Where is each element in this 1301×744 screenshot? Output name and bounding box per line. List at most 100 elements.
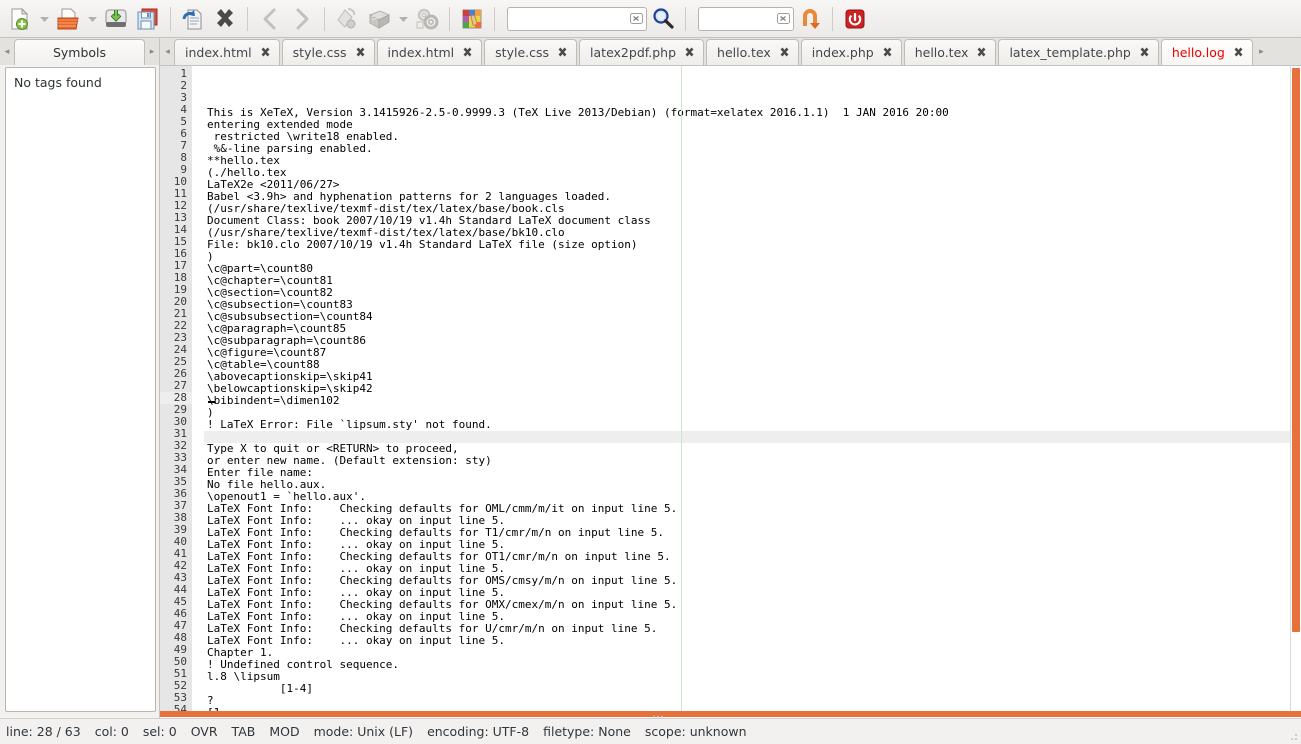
document-tab[interactable]: index.html <box>174 39 280 65</box>
pane-resize-grip[interactable] <box>651 714 665 719</box>
horizontal-scrollbar[interactable] <box>160 711 1301 718</box>
chevron-down-icon <box>39 16 49 22</box>
document-tab-label: style.css <box>495 45 550 60</box>
document-tab-close-icon[interactable] <box>1138 46 1151 59</box>
reload-button[interactable] <box>177 3 209 35</box>
find-button[interactable] <box>647 3 679 35</box>
new-document-button[interactable] <box>4 3 36 35</box>
vertical-scrollbar[interactable] <box>1290 66 1301 711</box>
sidebar-tab-label: Symbols <box>52 45 107 60</box>
document-tab-close-icon[interactable] <box>683 46 696 59</box>
code-line[interactable]: ? <box>204 695 1301 707</box>
jump-to-line-button[interactable] <box>794 3 826 35</box>
compile-icon <box>337 7 356 28</box>
toolbar-separator <box>247 6 248 31</box>
open-recent-menu-arrow[interactable] <box>84 3 100 35</box>
code-line[interactable]: Enter file name: <box>204 467 1301 479</box>
document-tab-close-icon[interactable] <box>556 46 569 59</box>
code-line[interactable]: ! LaTeX Error: File `lipsum.sty' not fou… <box>204 419 1301 431</box>
color-chooser-button[interactable] <box>456 3 488 35</box>
clear-search-icon[interactable] <box>630 12 643 25</box>
document-tab-close-icon[interactable] <box>778 46 791 59</box>
vertical-scrollbar-thumb[interactable] <box>1292 68 1300 632</box>
code-line[interactable]: \c@chapter=\count81 <box>204 275 1301 287</box>
code-line[interactable]: %&-line parsing enabled. <box>204 143 1301 155</box>
build-menu-arrow[interactable] <box>395 3 411 35</box>
clear-goto-icon[interactable] <box>777 12 790 25</box>
code-line[interactable]: l.8 \lipsum <box>204 671 1301 683</box>
document-tab-scroll-right[interactable]: ▸ <box>1255 39 1268 65</box>
document-tab[interactable]: hello.tex <box>706 39 799 65</box>
sidebar-tab-symbols[interactable]: Symbols <box>14 39 145 65</box>
document-tabbar: ◂ index.html style.css index.html style.css… <box>160 38 1301 65</box>
sidebar-tab-scroll-right[interactable]: ▸ <box>145 39 159 65</box>
new-document-menu-arrow[interactable] <box>36 3 52 35</box>
code-line[interactable]: \c@subparagraph=\count86 <box>204 335 1301 347</box>
code-line[interactable]: File: bk10.clo 2007/10/19 v1.4h Standard… <box>204 239 1301 251</box>
code-line[interactable]: LaTeX Font Info: ... okay on input line … <box>204 635 1301 647</box>
document-tab-close-icon[interactable] <box>975 46 988 59</box>
code-line[interactable]: \belowcaptionskip=\skip42 <box>204 383 1301 395</box>
code-line[interactable]: ) <box>204 251 1301 263</box>
close-document-button[interactable] <box>209 3 241 35</box>
run-button[interactable] <box>411 3 443 35</box>
toolbar-separator <box>685 6 686 31</box>
status-line: line: 28 / 63 <box>6 724 81 739</box>
code-editor[interactable]: 1 2 3 4 5 6 7 8 9 10 11 12 13 14 15 16 17 18 19 20 21 22 23 24 2… <box>160 65 1301 711</box>
document-tab[interactable]: hello.log <box>1160 39 1253 65</box>
document-tab-close-icon[interactable] <box>461 46 474 59</box>
quit-button[interactable] <box>839 3 871 35</box>
document-tab-close-icon[interactable] <box>354 46 367 59</box>
code-line[interactable]: No file hello.aux. <box>204 479 1301 491</box>
document-tab[interactable]: index.html <box>376 39 483 65</box>
window-resize-grip[interactable] <box>1286 731 1298 741</box>
document-tab[interactable]: hello.tex <box>903 39 997 65</box>
main-toolbar <box>0 0 1301 38</box>
document-tab-label: index.html <box>185 45 252 60</box>
status-overwrite[interactable]: OVR <box>191 724 232 739</box>
marker-margin[interactable] <box>192 66 204 711</box>
document-tab-label: index.php <box>811 45 874 60</box>
code-line[interactable]: or enter new name. (Default extension: s… <box>204 455 1301 467</box>
open-document-button[interactable] <box>52 3 84 35</box>
text-caret <box>208 401 215 403</box>
symbols-panel[interactable]: No tags found <box>5 67 156 712</box>
status-tab-mode[interactable]: TAB <box>232 724 270 739</box>
power-icon <box>845 9 865 28</box>
code-line[interactable]: \c@section=\count82 <box>204 287 1301 299</box>
search-input[interactable] <box>507 6 647 31</box>
code-line[interactable]: (./hello.tex <box>204 167 1301 179</box>
main-content: ◂ Symbols ▸ No tags found ◂ index.html st… <box>0 38 1301 718</box>
document-tab-close-icon[interactable] <box>881 46 894 59</box>
compile-button[interactable] <box>331 3 363 35</box>
line-number: 5 <box>180 115 187 128</box>
sidebar-tab-scroll-left[interactable]: ◂ <box>0 39 14 65</box>
document-tab-close-icon[interactable] <box>259 46 272 59</box>
code-text[interactable]: This is XeTeX, Version 3.1415926-2.5-0.9… <box>204 66 1301 711</box>
document-tab[interactable]: latex2pdf.php <box>579 39 705 65</box>
status-col: col: 0 <box>94 724 129 739</box>
code-line[interactable]: \c@paragraph=\count85 <box>204 323 1301 335</box>
document-tab-close-icon[interactable] <box>1232 46 1245 59</box>
goto-line-input[interactable] <box>698 6 794 31</box>
code-line[interactable]: **hello.tex <box>204 155 1301 167</box>
long-line-marker <box>681 66 682 711</box>
code-line[interactable]: This is XeTeX, Version 3.1415926-2.5-0.9… <box>204 107 1301 119</box>
code-line[interactable]: [1-4] <box>204 683 1301 695</box>
navigate-back-button[interactable] <box>254 3 286 35</box>
code-line[interactable]: \bibindent=\dimen102 <box>204 395 1301 407</box>
document-tab[interactable]: index.php <box>800 39 902 65</box>
code-line[interactable]: \c@subsubsection=\count84 <box>204 311 1301 323</box>
document-tab[interactable]: latex_template.php <box>998 39 1159 65</box>
save-button[interactable] <box>100 3 132 35</box>
document-tab[interactable]: style.css <box>484 39 578 65</box>
code-line[interactable]: ! Undefined control sequence. <box>204 659 1301 671</box>
save-all-button[interactable] <box>132 3 164 35</box>
build-button[interactable] <box>363 3 395 35</box>
horizontal-scrollbar-thumb[interactable] <box>160 711 1301 717</box>
code-line[interactable]: \c@figure=\count87 <box>204 347 1301 359</box>
document-tab[interactable]: style.css <box>281 39 375 65</box>
code-line[interactable]: \c@part=\count80 <box>204 263 1301 275</box>
navigate-forward-button[interactable] <box>286 3 318 35</box>
document-tab-scroll-left[interactable]: ◂ <box>161 39 174 65</box>
